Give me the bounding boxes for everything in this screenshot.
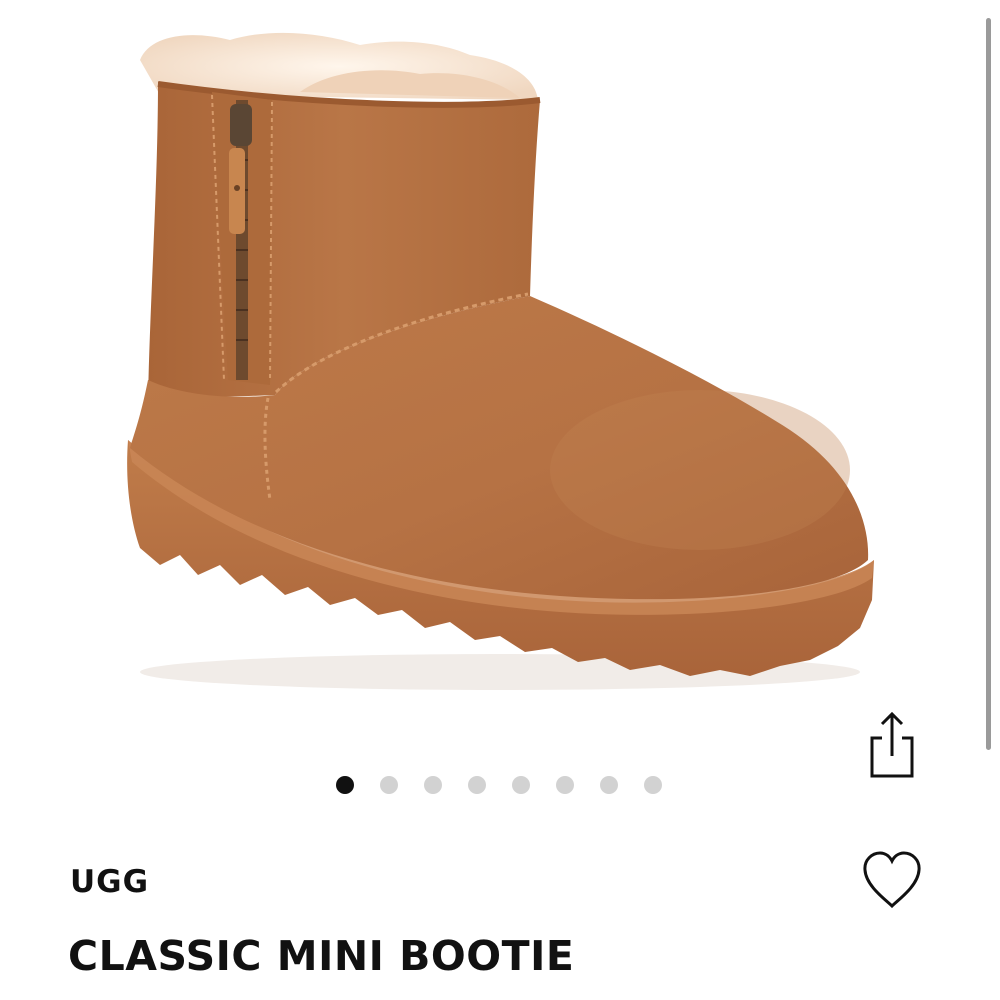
carousel-dot[interactable]: [512, 776, 530, 794]
carousel-dot[interactable]: [336, 776, 354, 794]
share-icon: [870, 711, 914, 778]
carousel-dot[interactable]: [380, 776, 398, 794]
product-title: CLASSIC MINI BOOTIE: [68, 932, 575, 980]
heart-icon: [863, 851, 921, 909]
carousel-dot[interactable]: [600, 776, 618, 794]
product-image: [127, 32, 874, 690]
carousel-dot[interactable]: [424, 776, 442, 794]
product-image-carousel[interactable]: [0, 0, 1000, 700]
brand-name[interactable]: UGG: [70, 864, 149, 900]
favorite-button[interactable]: [860, 848, 924, 912]
carousel-dot[interactable]: [556, 776, 574, 794]
carousel-dot[interactable]: [644, 776, 662, 794]
carousel-dot[interactable]: [468, 776, 486, 794]
carousel-pagination: [336, 775, 662, 795]
scrollbar[interactable]: [986, 18, 991, 750]
share-button[interactable]: [866, 710, 918, 780]
product-page: UGG CLASSIC MINI BOOTIE: [0, 0, 1000, 1000]
